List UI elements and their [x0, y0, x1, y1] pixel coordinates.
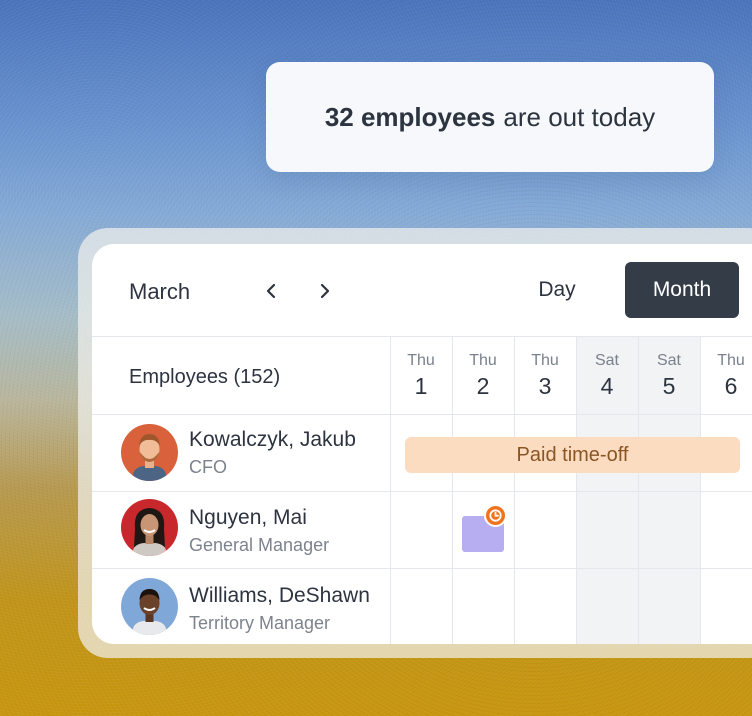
avatar — [121, 578, 178, 635]
day-number: 3 — [538, 373, 552, 399]
employee-role: General Manager — [189, 535, 330, 555]
calendar-panel: March Day Month Employees (152) Thu 1 Th… — [92, 244, 752, 644]
employee-role: CFO — [189, 457, 227, 477]
out-today-card: 32 employees are out today — [266, 62, 714, 172]
grid-divider — [92, 414, 752, 415]
employee-name: Nguyen, Mai — [189, 506, 307, 529]
employee-name: Williams, DeShawn — [189, 584, 370, 607]
avatar-jakub — [121, 424, 178, 481]
day-header: Sat 4 — [576, 351, 638, 400]
day-number: 2 — [476, 373, 490, 399]
day-header: Thu 6 — [700, 351, 752, 400]
day-number: 4 — [600, 373, 614, 399]
clock-icon — [489, 509, 502, 522]
chevron-left-icon — [266, 283, 276, 299]
month-label: March — [129, 279, 191, 304]
previous-month-button[interactable] — [256, 276, 286, 306]
day-name: Sat — [594, 352, 619, 369]
day-header: Sat 5 — [638, 351, 700, 400]
day-name: Thu — [531, 352, 559, 369]
avatar — [121, 499, 178, 556]
day-number: 5 — [662, 373, 676, 399]
calendar-toolbar: March Day Month — [92, 244, 752, 337]
chevron-right-icon — [320, 283, 330, 299]
avatar-mai — [121, 499, 178, 556]
out-count: 32 employees — [324, 101, 496, 132]
pending-status-badge — [484, 504, 507, 527]
avatar-deshawn — [121, 578, 178, 635]
month-view-button[interactable]: Month — [625, 262, 739, 318]
day-number: 6 — [724, 373, 738, 399]
next-month-button[interactable] — [310, 276, 340, 306]
avatar — [121, 424, 178, 481]
day-number: 1 — [414, 373, 428, 399]
paid-time-off-event[interactable]: Paid time-off — [405, 437, 740, 473]
out-text: are out today — [503, 101, 656, 132]
employee-name: Kowalczyk, Jakub — [189, 428, 356, 451]
day-name: Thu — [717, 352, 745, 369]
employees-header: Employees (152) — [129, 366, 281, 388]
employee-role: Territory Manager — [189, 613, 331, 633]
grid-divider — [92, 568, 752, 569]
day-header: Thu 2 — [452, 351, 514, 400]
day-name: Thu — [469, 352, 497, 369]
day-name: Thu — [407, 352, 435, 369]
day-header: Thu 3 — [514, 351, 576, 400]
day-header: Thu 1 — [390, 351, 452, 400]
day-name: Sat — [656, 352, 681, 369]
grid-divider — [92, 491, 752, 492]
day-view-button[interactable]: Day — [516, 262, 598, 318]
